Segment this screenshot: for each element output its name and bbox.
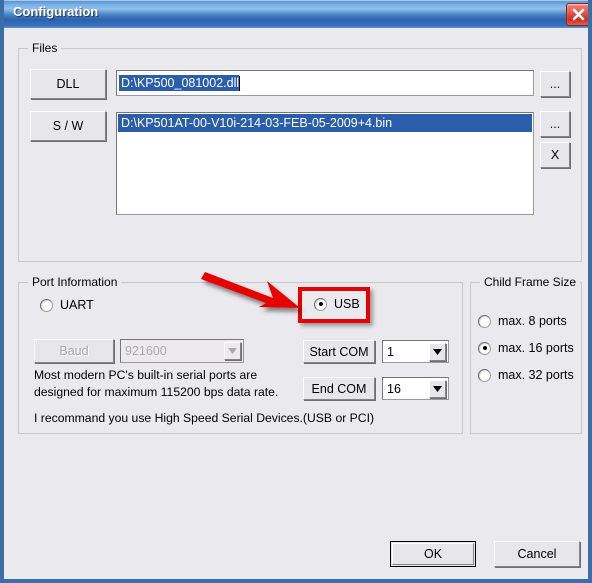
start-com-select[interactable]: 1 [382, 340, 449, 363]
configuration-dialog: Configuration Files DLL D:\KP500_081002.… [0, 0, 592, 583]
dll-path-value: D:\KP500_081002.dll [119, 75, 240, 91]
baud-button: Baud [34, 339, 114, 363]
radio-max-8-ports-label: max. 8 ports [498, 314, 567, 328]
radio-max-32-ports-mark [478, 368, 491, 382]
sw-delete-button[interactable]: X [540, 142, 570, 168]
radio-max-32-ports[interactable]: max. 32 ports [478, 368, 574, 382]
cancel-button[interactable]: Cancel [494, 541, 580, 567]
text-caret [239, 75, 241, 91]
radio-usb-label: USB [334, 297, 360, 311]
radio-usb-mark [314, 297, 327, 311]
port-info-line-2: designed for maximum 115200 bps data rat… [34, 385, 279, 399]
end-com-button[interactable]: End COM [303, 377, 375, 400]
port-information-group-label: Port Information [28, 275, 122, 289]
close-icon [572, 8, 585, 21]
radio-max-8-ports[interactable]: max. 8 ports [478, 314, 567, 328]
child-frame-size-group: Child Frame Size [470, 275, 582, 434]
port-info-line-1: Most modern PC's built-in serial ports a… [34, 368, 258, 382]
radio-uart[interactable]: UART [40, 298, 94, 312]
dll-browse-button[interactable]: ... [540, 71, 570, 97]
radio-max-8-ports-mark [478, 314, 491, 328]
child-frame-size-group-label: Child Frame Size [480, 275, 581, 289]
port-info-line-3: I recommand you use High Speed Serial De… [34, 411, 375, 425]
baud-select: 921600 [120, 339, 244, 363]
sw-button[interactable]: S / W [30, 111, 106, 141]
radio-max-16-ports[interactable]: max. 16 ports [478, 341, 574, 355]
sw-browse-button[interactable]: ... [540, 111, 570, 137]
close-button[interactable] [566, 3, 588, 26]
radio-max-16-ports-mark [478, 341, 491, 355]
title-bar: Configuration [4, 0, 588, 28]
dll-button[interactable]: DLL [30, 69, 106, 99]
ok-button[interactable]: OK [390, 541, 476, 567]
chevron-down-icon[interactable] [429, 380, 446, 398]
ok-button-label: OK [392, 543, 474, 565]
chevron-down-icon [224, 342, 241, 360]
window-title: Configuration [13, 4, 99, 19]
radio-usb[interactable]: USB [314, 297, 360, 311]
radio-max-32-ports-label: max. 32 ports [498, 368, 574, 382]
dll-path-input[interactable]: D:\KP500_081002.dll [116, 70, 534, 96]
chevron-down-icon[interactable] [429, 343, 446, 361]
end-com-value: 16 [387, 381, 401, 396]
radio-max-16-ports-label: max. 16 ports [498, 341, 574, 355]
start-com-value: 1 [387, 344, 394, 359]
radio-uart-label: UART [60, 298, 94, 312]
sw-file-list[interactable]: D:\KP501AT-00-V10i-214-03-FEB-05-2009+4.… [116, 112, 534, 215]
start-com-button[interactable]: Start COM [303, 340, 375, 363]
files-group-label: Files [28, 41, 62, 55]
list-item[interactable]: D:\KP501AT-00-V10i-214-03-FEB-05-2009+4.… [118, 114, 532, 132]
end-com-select[interactable]: 16 [382, 377, 449, 400]
baud-value: 921600 [125, 344, 167, 358]
radio-uart-mark [40, 298, 53, 312]
